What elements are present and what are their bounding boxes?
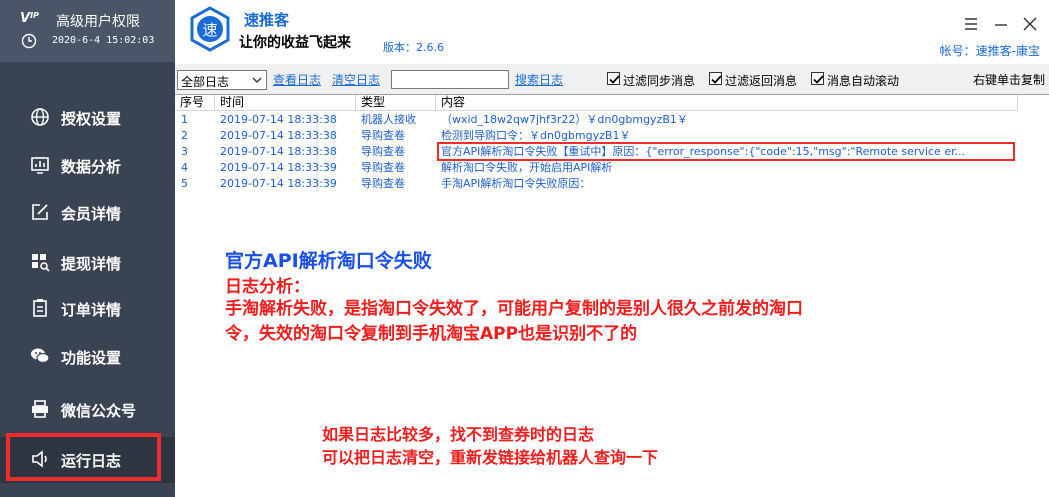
cell-no: 3 <box>181 145 188 158</box>
log-filter-select[interactable]: 全部日志 <box>177 70 267 90</box>
user-panel: VIP 高级用户权限 2020-6-4 15:02:03 <box>0 0 175 62</box>
annotation-analysis-line1: 手淘解析失败，是指淘口令失效了，可能用户复制的是别人很久之前发的淘口 <box>225 299 803 319</box>
edit-icon <box>32 204 48 220</box>
cell-content: （wxid_18w2qw7jhf3r22）￥dn0gbmgyzB1￥ <box>441 113 688 126</box>
clear-log-link[interactable]: 清空日志 <box>332 71 380 88</box>
check-icon <box>711 75 722 84</box>
cell-no: 5 <box>181 177 188 190</box>
filter-return-checkbox[interactable]: 过滤返回消息 <box>709 71 801 88</box>
filter-sync-checkbox[interactable]: 过滤同步消息 <box>607 71 699 88</box>
app-logo: 速 <box>190 6 230 52</box>
log-toolbar: 全部日志 查看日志 清空日志 搜索日志 过滤同步消息 过滤返回消息 消息自动滚动… <box>175 64 1049 94</box>
clipboard-icon <box>33 299 47 317</box>
auto-scroll-checkbox[interactable]: 消息自动滚动 <box>811 71 903 88</box>
cell-type: 机器人接收 <box>361 113 416 126</box>
cell-content: 解析淘口令失败，开始启用API解析 <box>441 161 613 174</box>
version-label: 版本：2.6.6 <box>383 41 444 54</box>
sidebar-item-feature-settings[interactable]: 功能设置 <box>0 334 175 380</box>
log-search-input[interactable] <box>391 70 509 89</box>
cell-time: 2019-07-14 18:33:39 <box>220 177 337 190</box>
account-label: 帐号：速推客-康宝 <box>939 44 1040 58</box>
search-log-link[interactable]: 搜索日志 <box>515 71 563 88</box>
sidebar-item-data-analysis[interactable]: 数据分析 <box>0 143 175 189</box>
filter-return-label: 过滤返回消息 <box>725 74 798 88</box>
cell-time: 2019-07-14 18:33:39 <box>220 161 337 174</box>
annotation-highlight-box <box>437 142 1015 161</box>
annotation-tip-line1: 如果日志比较多，找不到查券时的日志 <box>322 425 595 444</box>
check-icon <box>813 75 824 84</box>
cell-time: 2019-07-14 18:33:38 <box>220 113 337 126</box>
table-row[interactable]: 1 2019-07-14 18:33:38 机器人接收 （wxid_18w2qw… <box>175 112 1049 128</box>
column-header-content[interactable]: 内容 <box>436 95 1018 111</box>
copy-hint: 右键单击复制 <box>972 73 1045 87</box>
printer-icon <box>32 400 48 418</box>
header: 速 速推客 让你的收益飞起来 版本：2.6.6 帐号：速推客-康宝 <box>175 0 1049 64</box>
search-grid-icon <box>32 254 50 272</box>
cell-content: 手淘API解析淘口令失败原因： <box>441 177 591 190</box>
sidebar-item-label: 会员详情 <box>61 205 122 223</box>
sidebar-item-label: 数据分析 <box>61 158 122 176</box>
sidebar: VIP 高级用户权限 2020-6-4 15:02:03 授权设置 数据分析 会… <box>0 0 175 497</box>
cell-no: 4 <box>181 161 188 174</box>
log-filter-value: 全部日志 <box>181 75 230 89</box>
table-row[interactable]: 5 2019-07-14 18:33:39 导购查卷 手淘API解析淘口令失败原… <box>175 176 1049 192</box>
column-header-no[interactable]: 序号 <box>175 95 215 111</box>
annotation-title: 官方API解析淘口令失败 <box>225 250 432 272</box>
cell-no: 2 <box>181 129 188 142</box>
logo-char: 速 <box>202 21 217 39</box>
sidebar-item-member-details[interactable]: 会员详情 <box>0 190 175 236</box>
sidebar-item-label: 功能设置 <box>61 349 122 367</box>
minimize-icon[interactable] <box>991 14 1011 34</box>
cell-type: 导购查卷 <box>361 145 405 158</box>
cell-type: 导购查卷 <box>361 177 405 190</box>
cell-no: 1 <box>181 113 188 126</box>
cell-type: 导购查卷 <box>361 161 405 174</box>
check-icon <box>609 75 620 84</box>
annotation-tip-line2: 可以把日志清空，重新发链接给机器人查询一下 <box>322 448 659 467</box>
sidebar-item-label: 提现详情 <box>61 255 122 273</box>
slogan: 让你的收益飞起来 <box>239 35 351 51</box>
menu-icon[interactable] <box>961 14 981 34</box>
sidebar-item-auth-settings[interactable]: 授权设置 <box>0 95 175 141</box>
clock-icon <box>21 33 37 49</box>
chevron-down-icon <box>252 77 262 83</box>
vip-icon: VIP <box>20 11 39 26</box>
table-row[interactable]: 4 2019-07-14 18:33:39 导购查卷 解析淘口令失败，开始启用A… <box>175 160 1049 176</box>
chat-bubble-icon <box>31 348 50 364</box>
annotation-analysis-line2: 令，失效的淘口令复制到手机淘宝APP也是识别不了的 <box>225 324 638 344</box>
column-header-time[interactable]: 时间 <box>215 95 356 111</box>
annotation-highlight-box <box>6 433 161 481</box>
datetime: 2020-6-4 15:02:03 <box>52 35 155 46</box>
sidebar-item-label: 微信公众号 <box>61 402 137 420</box>
app-name: 速推客 <box>244 11 290 29</box>
cell-type: 导购查卷 <box>361 129 405 142</box>
sidebar-item-wechat-official[interactable]: 微信公众号 <box>0 387 175 433</box>
sidebar-item-label: 授权设置 <box>61 110 122 128</box>
close-icon[interactable] <box>1020 14 1040 34</box>
sidebar-item-order-details[interactable]: 订单详情 <box>0 286 175 332</box>
log-list[interactable]: 序号 时间 类型 内容 1 2019-07-14 18:33:38 机器人接收 … <box>175 94 1049 497</box>
globe-icon <box>31 108 49 126</box>
filter-sync-label: 过滤同步消息 <box>623 74 696 88</box>
sidebar-item-withdraw-details[interactable]: 提现详情 <box>0 240 175 286</box>
auto-scroll-label: 消息自动滚动 <box>827 74 900 88</box>
sidebar-item-label: 订单详情 <box>61 301 122 319</box>
view-log-link[interactable]: 查看日志 <box>273 71 321 88</box>
column-header-type[interactable]: 类型 <box>356 95 436 111</box>
user-role: 高级用户权限 <box>56 14 140 30</box>
chart-icon <box>31 157 49 174</box>
cell-time: 2019-07-14 18:33:38 <box>220 145 337 158</box>
cell-time: 2019-07-14 18:33:38 <box>220 129 337 142</box>
